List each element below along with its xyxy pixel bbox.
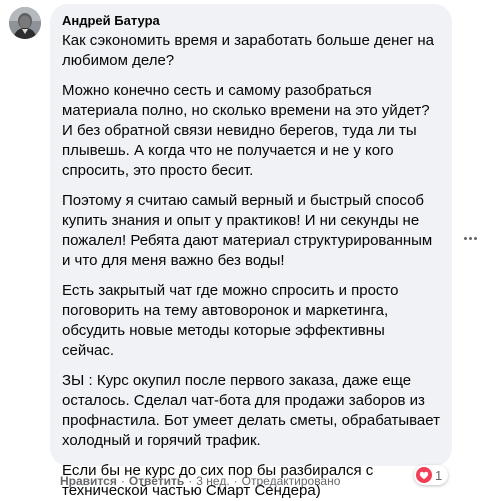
edited-label[interactable]: Отредактировано — [242, 472, 341, 490]
separator-dot: · — [120, 474, 125, 488]
more-dot-icon — [473, 236, 477, 240]
comment: Андрей Батура Как сэкономить время и зар… — [0, 0, 486, 499]
author-name[interactable]: Андрей Батура — [62, 12, 440, 29]
more-dot-icon — [468, 236, 472, 240]
separator-dot: · — [188, 474, 193, 488]
comment-actions: Нравится · Ответить · 3 нед. · Отредакти… — [60, 472, 340, 490]
comment-paragraph: ЗЫ : Курс окупил после первого заказа, д… — [62, 372, 440, 449]
separator-dot: · — [233, 474, 238, 488]
avatar[interactable] — [9, 7, 41, 39]
comment-paragraph: Поэтому я считаю самый верный и быстрый … — [62, 192, 433, 269]
avatar-photo — [9, 7, 41, 39]
comment-timestamp[interactable]: 3 нед. — [196, 472, 229, 490]
reaction-count: 1 — [435, 467, 443, 483]
like-button[interactable]: Нравится — [60, 472, 117, 490]
comment-bubble: Андрей Батура Как сэкономить время и зар… — [50, 4, 452, 499]
comment-paragraph: Можно конечно сесть и самому разобраться… — [62, 82, 430, 179]
comment-paragraph: Как сэкономить время и заработать больше… — [62, 32, 434, 69]
comment-paragraph: Есть закрытый чат где можно спросить и п… — [62, 282, 399, 359]
more-dot-icon — [463, 236, 467, 240]
reaction-summary[interactable]: 1 — [414, 465, 449, 485]
heart-icon — [416, 467, 432, 483]
more-options-button[interactable] — [462, 230, 478, 246]
reply-button[interactable]: Ответить — [129, 472, 184, 490]
